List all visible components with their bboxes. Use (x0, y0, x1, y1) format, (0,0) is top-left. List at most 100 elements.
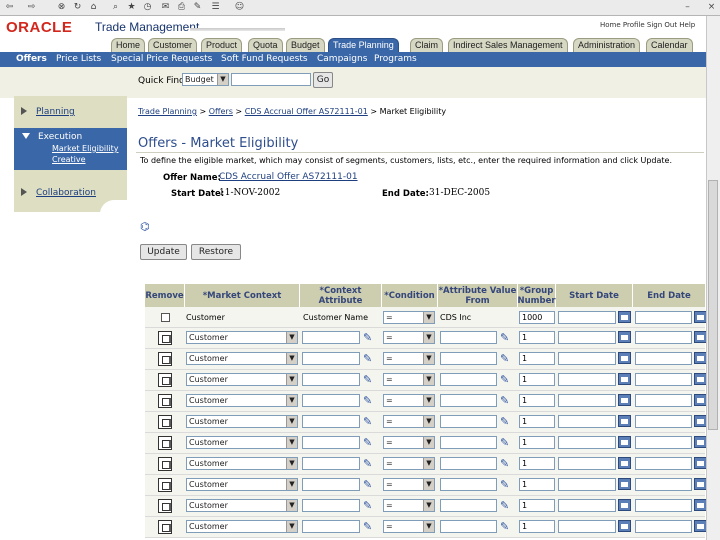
quick-find-input[interactable] (231, 73, 311, 86)
calendar-icon[interactable] (618, 415, 631, 427)
lov-flashlight-icon[interactable]: ✎ (500, 331, 514, 344)
group-number-input[interactable]: 1 (519, 520, 555, 533)
group-number-input[interactable]: 1 (519, 352, 555, 365)
attribute-value-input[interactable] (440, 457, 497, 470)
attribute-value-input[interactable] (440, 436, 497, 449)
calendar-icon[interactable] (618, 331, 631, 343)
edit-row-icon[interactable] (158, 457, 172, 471)
context-attribute-input[interactable] (302, 499, 360, 512)
market-context-select[interactable]: Customer ▼ (186, 457, 298, 470)
group-number-input[interactable]: 1 (519, 457, 555, 470)
tab-indirect-sales[interactable]: Indirect Sales Management (448, 38, 568, 52)
condition-select[interactable]: = ▼ (383, 520, 435, 533)
edit-row-icon[interactable] (158, 415, 172, 429)
end-date-input[interactable] (635, 373, 692, 386)
calendar-icon[interactable] (618, 478, 631, 490)
start-date-input[interactable] (558, 436, 616, 449)
favorites-icon[interactable]: ★ (126, 2, 137, 13)
update-button[interactable]: Update (140, 244, 187, 260)
group-number-input[interactable]: 1000 (519, 311, 555, 324)
sidebar-subitem-creative[interactable]: Creative (52, 155, 86, 164)
condition-select[interactable]: = ▼ (383, 499, 435, 512)
group-number-input[interactable]: 1 (519, 436, 555, 449)
context-attribute-input[interactable] (302, 457, 360, 470)
context-attribute-input[interactable] (302, 520, 360, 533)
context-attribute-input[interactable] (302, 352, 360, 365)
start-date-input[interactable] (558, 457, 616, 470)
lov-flashlight-icon[interactable]: ✎ (363, 415, 377, 428)
subnav-price-lists[interactable]: Price Lists (56, 54, 101, 64)
group-number-input[interactable]: 1 (519, 373, 555, 386)
edit-row-icon[interactable] (158, 499, 172, 513)
subnav-programs[interactable]: Programs (374, 54, 417, 64)
start-date-input[interactable] (558, 311, 616, 324)
end-date-input[interactable] (635, 478, 692, 491)
end-date-input[interactable] (635, 499, 692, 512)
end-date-input[interactable] (635, 520, 692, 533)
market-context-select[interactable]: Customer ▼ (186, 352, 298, 365)
lov-flashlight-icon[interactable]: ✎ (500, 373, 514, 386)
offer-name-value[interactable]: CDS Accrual Offer AS72111-01 (219, 172, 358, 182)
subnav-campaigns[interactable]: Campaigns (317, 54, 367, 64)
lov-flashlight-icon[interactable]: ✎ (363, 457, 377, 470)
condition-select[interactable]: = ▼ (383, 352, 435, 365)
attribute-value-input[interactable] (440, 373, 497, 386)
lov-flashlight-icon[interactable]: ✎ (500, 478, 514, 491)
context-attribute-input[interactable] (302, 331, 360, 344)
end-date-input[interactable] (635, 352, 692, 365)
lov-flashlight-icon[interactable]: ✎ (500, 520, 514, 533)
calendar-icon[interactable] (618, 373, 631, 385)
end-date-input[interactable] (635, 331, 692, 344)
lov-flashlight-icon[interactable]: ✎ (363, 331, 377, 344)
edit-row-icon[interactable] (158, 352, 172, 366)
tab-customer[interactable]: Customer (148, 38, 198, 52)
edit-row-icon[interactable] (158, 520, 172, 534)
condition-select[interactable]: = ▼ (383, 436, 435, 449)
start-date-input[interactable] (558, 478, 616, 491)
mail-icon[interactable]: ✉ (160, 2, 171, 13)
market-context-select[interactable]: Customer ▼ (186, 436, 298, 449)
refresh-icon[interactable]: ↻ (72, 2, 83, 13)
minimize-icon[interactable]: – (682, 2, 693, 13)
breadcrumb-trade-planning[interactable]: Trade Planning (138, 107, 197, 116)
lov-flashlight-icon[interactable]: ✎ (500, 436, 514, 449)
condition-select[interactable]: = ▼ (383, 331, 435, 344)
global-links[interactable]: Home Profile Sign Out Help (600, 21, 695, 29)
condition-select[interactable]: = ▼ (383, 311, 435, 324)
lov-flashlight-icon[interactable]: ✎ (363, 373, 377, 386)
lov-flashlight-icon[interactable]: ✎ (500, 499, 514, 512)
attribute-value-input[interactable] (440, 520, 497, 533)
attribute-value-input[interactable] (440, 394, 497, 407)
lov-flashlight-icon[interactable]: ✎ (363, 352, 377, 365)
close-icon[interactable]: × (706, 2, 717, 13)
forward-arrow-icon[interactable]: ⇨ (26, 2, 37, 13)
stop-icon[interactable]: ⊗ (56, 2, 67, 13)
condition-select[interactable]: = ▼ (383, 373, 435, 386)
lov-flashlight-icon[interactable]: ✎ (363, 394, 377, 407)
market-context-select[interactable]: Customer ▼ (186, 499, 298, 512)
market-context-select[interactable]: Customer ▼ (186, 331, 298, 344)
search-icon[interactable]: ⌕ (110, 2, 121, 13)
calendar-icon[interactable] (618, 394, 631, 406)
calendar-icon[interactable] (618, 520, 631, 532)
calendar-icon[interactable] (618, 352, 631, 364)
tab-product[interactable]: Product (201, 38, 243, 52)
context-attribute-input[interactable] (302, 373, 360, 386)
attribute-value-input[interactable] (440, 352, 497, 365)
start-date-input[interactable] (558, 499, 616, 512)
back-arrow-icon[interactable]: ⇦ (4, 2, 15, 13)
subnav-soft-fund[interactable]: Soft Fund Requests (221, 54, 308, 64)
market-context-select[interactable]: Customer ▼ (186, 415, 298, 428)
context-attribute-input[interactable] (302, 415, 360, 428)
end-date-input[interactable] (635, 415, 692, 428)
tab-administration[interactable]: Administration (573, 38, 641, 52)
edit-row-icon[interactable] (158, 436, 172, 450)
sidebar-item-planning[interactable]: Planning (36, 107, 75, 117)
calendar-icon[interactable] (618, 499, 631, 511)
lov-flashlight-icon[interactable]: ✎ (363, 520, 377, 533)
home-icon[interactable]: ⌂ (88, 2, 99, 13)
tab-claim[interactable]: Claim (410, 38, 444, 52)
sidebar-item-collaboration[interactable]: Collaboration (36, 188, 96, 198)
start-date-input[interactable] (558, 373, 616, 386)
restore-button[interactable]: Restore (191, 244, 241, 260)
